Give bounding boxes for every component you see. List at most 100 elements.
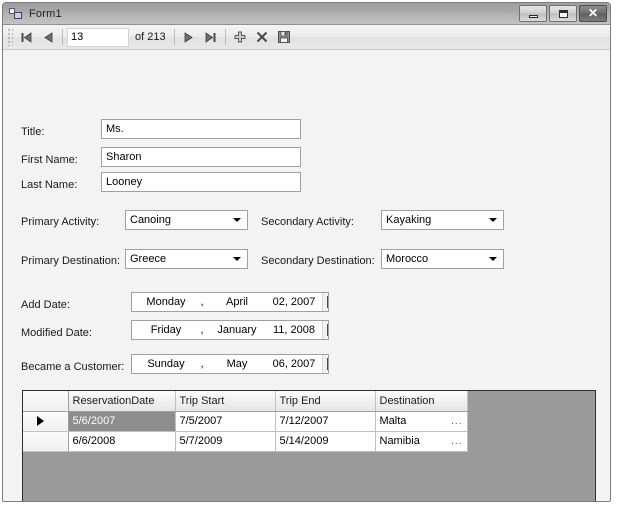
minimize-icon (529, 15, 538, 18)
add-date-fields: Monday , April 02, 2007 (132, 296, 322, 308)
modified-date-fields: Friday , January 11, 2008 (132, 324, 322, 336)
chevron-down-icon (233, 218, 241, 222)
move-first-icon (21, 31, 31, 43)
form-designer-icon (9, 7, 23, 20)
row-header-current[interactable] (23, 411, 69, 432)
plus-icon (234, 31, 246, 43)
move-previous-button[interactable] (37, 27, 59, 48)
modified-date-dropdown-button[interactable] (322, 321, 328, 339)
column-header-destination[interactable]: Destination (375, 391, 468, 412)
move-last-button[interactable] (200, 27, 222, 48)
form-window: Form1 ✕ 13 of 213 Title: Ms. First Name:… (2, 2, 611, 502)
record-count-label: of 213 (135, 31, 166, 43)
toolstrip-separator-2 (173, 29, 175, 45)
add-date-picker[interactable]: Monday , April 02, 2007 (131, 292, 329, 312)
became-customer-label: Became a Customer: (21, 361, 125, 373)
modified-date-month[interactable]: January (208, 324, 266, 336)
move-next-icon (184, 31, 193, 43)
delete-x-icon (256, 31, 267, 43)
secondary-activity-combo[interactable]: Kayaking (381, 210, 504, 230)
modified-date-day[interactable]: Friday (136, 324, 196, 336)
title-bar[interactable]: Form1 ✕ (3, 3, 610, 25)
cell-trip-start[interactable]: 7/5/2007 (175, 411, 276, 432)
cell-reservation-date[interactable]: 6/6/2008 (68, 431, 176, 452)
add-date-day[interactable]: Monday (136, 296, 196, 308)
cell-destination[interactable]: Malta ... (375, 411, 468, 432)
cell-trip-end[interactable]: 5/14/2009 (275, 431, 376, 452)
row-header-corner[interactable] (23, 391, 69, 412)
cell-trip-end[interactable]: 7/12/2007 (275, 411, 376, 432)
first-name-label: First Name: (21, 154, 78, 166)
cell-overflow-ellipsis: ... (451, 415, 463, 427)
binding-navigator-toolstrip: 13 of 213 (3, 25, 610, 50)
reservations-table: ReservationDate Trip Start Trip End Dest… (23, 391, 468, 452)
close-button[interactable]: ✕ (579, 5, 607, 22)
move-first-button[interactable] (15, 27, 37, 48)
last-name-label: Last Name: (21, 179, 78, 191)
modified-date-picker[interactable]: Friday , January 11, 2008 (131, 320, 329, 340)
modified-date-separator: , (200, 324, 204, 336)
save-button[interactable] (273, 27, 295, 48)
add-date-month[interactable]: April (208, 296, 266, 308)
first-name-input[interactable]: Sharon (101, 147, 301, 167)
column-header-trip-end[interactable]: Trip End (275, 391, 376, 412)
table-header-row: ReservationDate Trip Start Trip End Dest… (23, 391, 468, 412)
move-last-icon (205, 31, 216, 43)
add-new-button[interactable] (229, 27, 251, 48)
primary-destination-label: Primary Destination: (21, 255, 121, 267)
form-client-area: Title: Ms. First Name: Sharon Last Name:… (3, 50, 610, 501)
reservations-data-grid[interactable]: ReservationDate Trip Start Trip End Dest… (22, 390, 596, 501)
cell-destination-text: Namibia (379, 435, 420, 447)
secondary-destination-label: Secondary Destination: (261, 255, 375, 267)
primary-destination-combo[interactable]: Greece (125, 249, 248, 269)
became-customer-month[interactable]: May (208, 358, 266, 370)
cell-destination[interactable]: Namibia ... (375, 431, 468, 452)
cell-reservation-date[interactable]: 5/6/2007 (68, 411, 176, 432)
maximize-icon (559, 10, 568, 18)
cell-trip-start[interactable]: 5/7/2009 (175, 431, 276, 452)
current-row-arrow-icon (37, 416, 44, 426)
secondary-destination-combo[interactable]: Morocco (381, 249, 504, 269)
add-date-dropdown-button[interactable] (322, 293, 328, 311)
column-header-reservation-date[interactable]: ReservationDate (68, 391, 176, 412)
became-customer-day[interactable]: Sunday (136, 358, 196, 370)
modified-date-daynum-year[interactable]: 11, 2008 (266, 324, 322, 336)
row-header[interactable] (23, 431, 69, 452)
calendar-icon (327, 358, 328, 370)
calendar-icon (327, 296, 328, 308)
title-input[interactable]: Ms. (101, 119, 301, 139)
chevron-down-icon (489, 218, 497, 222)
calendar-icon (327, 324, 328, 336)
became-customer-date-picker[interactable]: Sunday , May 06, 2007 (131, 354, 329, 374)
became-customer-dropdown-button[interactable] (322, 355, 328, 373)
move-previous-icon (43, 31, 52, 43)
maximize-button[interactable] (549, 5, 577, 22)
became-customer-daynum-year[interactable]: 06, 2007 (266, 358, 322, 370)
add-date-daynum-year[interactable]: 02, 2007 (266, 296, 322, 308)
window-title: Form1 (29, 7, 62, 20)
title-label: Title: (21, 126, 45, 138)
table-row[interactable]: 6/6/2008 5/7/2009 5/14/2009 Namibia ... (23, 431, 468, 452)
column-header-trip-start[interactable]: Trip Start (175, 391, 276, 412)
chevron-down-icon (489, 257, 497, 261)
cell-overflow-ellipsis: ... (451, 435, 463, 447)
primary-activity-value: Canoing (130, 214, 171, 226)
primary-destination-value: Greece (130, 253, 167, 265)
became-customer-fields: Sunday , May 06, 2007 (132, 358, 322, 370)
minimize-button[interactable] (519, 5, 547, 22)
window-controls: ✕ (519, 5, 607, 22)
add-date-separator: , (200, 296, 204, 308)
table-row[interactable]: 5/6/2007 7/5/2007 7/12/2007 Malta ... (23, 411, 468, 432)
primary-activity-label: Primary Activity: (21, 216, 100, 228)
position-input[interactable]: 13 (67, 27, 129, 47)
cell-destination-text: Malta (379, 415, 407, 427)
modified-date-label: Modified Date: (21, 327, 92, 339)
became-customer-separator: , (200, 358, 204, 370)
toolstrip-grip[interactable] (7, 28, 13, 46)
delete-button[interactable] (251, 27, 273, 48)
primary-activity-combo[interactable]: Canoing (125, 210, 248, 230)
toolstrip-separator-1 (62, 29, 63, 45)
toolstrip-separator-3 (224, 29, 226, 45)
move-next-button[interactable] (178, 27, 200, 48)
last-name-input[interactable]: Looney (101, 172, 301, 192)
